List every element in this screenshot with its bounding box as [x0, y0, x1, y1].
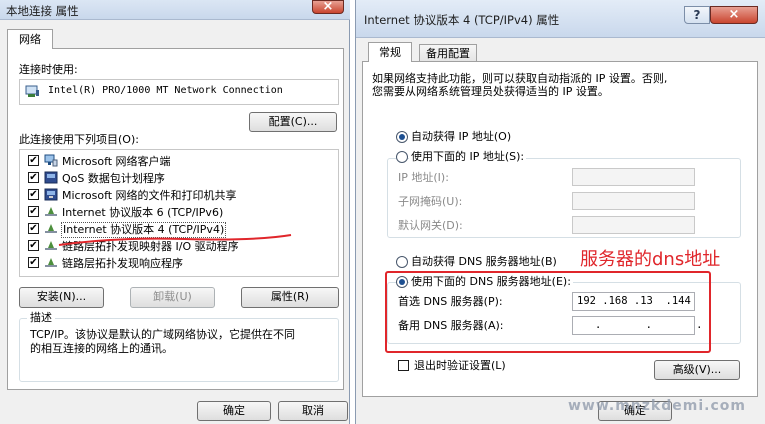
- auto-dns-radio[interactable]: [396, 256, 408, 268]
- auto-ip-label[interactable]: 自动获得 IP 地址(O): [411, 130, 511, 144]
- left-cancel-button[interactable]: 取消: [278, 401, 348, 421]
- auto-ip-radio[interactable]: [396, 131, 408, 143]
- subnet-mask-field[interactable]: [572, 192, 695, 210]
- description-text-line-1: TCP/IP。该协议是默认的广域网络协议，它提供在不同: [30, 328, 295, 341]
- validate-checkbox[interactable]: [398, 360, 409, 371]
- components-list[interactable]: ✔ Microsoft 网络客户端 ✔ QoS 数据包计划程序 ✔ Micros…: [19, 149, 339, 277]
- subnet-mask-label: 子网掩码(U):: [398, 195, 463, 208]
- file-sharing-icon: [44, 188, 58, 204]
- validate-label[interactable]: 退出时验证设置(L): [414, 359, 506, 373]
- left-ok-button[interactable]: 确定: [197, 401, 271, 421]
- list-item[interactable]: ✔ QoS 数据包计划程序: [20, 170, 338, 187]
- uninstall-button[interactable]: 卸载(U): [130, 287, 215, 308]
- ip-address-label: IP 地址(I):: [398, 171, 449, 184]
- adapter-name: Intel(R) PRO/1000 MT Network Connection: [48, 85, 283, 96]
- item-label: 链路层拓扑发现响应程序: [62, 257, 183, 270]
- protocol-icon: [44, 205, 58, 221]
- left-title-bar[interactable]: 本地连接 属性 ×: [0, 0, 350, 20]
- item-checkbox[interactable]: ✔: [28, 189, 39, 200]
- item-checkbox[interactable]: ✔: [28, 206, 39, 217]
- items-label: 此连接使用下列项目(O):: [19, 133, 139, 146]
- default-gateway-label: 默认网关(D):: [398, 219, 463, 232]
- left-close-button[interactable]: ×: [312, 0, 344, 14]
- list-item[interactable]: ✔ Microsoft 网络的文件和打印机共享: [20, 187, 338, 204]
- network-client-icon: [44, 154, 58, 170]
- default-gateway-field[interactable]: [572, 216, 695, 234]
- red-underline-annotation: [58, 234, 292, 246]
- manual-ip-label[interactable]: 使用下面的 IP 地址(S):: [409, 150, 527, 164]
- connect-using-label: 连接时使用:: [19, 63, 78, 76]
- item-checkbox[interactable]: ✔: [28, 257, 39, 268]
- red-highlight-box: [385, 271, 711, 353]
- item-label: QoS 数据包计划程序: [62, 172, 165, 185]
- install-button[interactable]: 安装(N)...: [19, 287, 104, 308]
- configure-button[interactable]: 配置(C)...: [249, 112, 337, 132]
- right-window-title: Internet 协议版本 4 (TCP/IPv4) 属性: [364, 13, 560, 27]
- manual-ip-radio[interactable]: [396, 151, 408, 163]
- item-checkbox[interactable]: ✔: [28, 223, 39, 234]
- list-item[interactable]: ✔ Internet 协议版本 6 (TCP/IPv6): [20, 204, 338, 221]
- watermark-text: www.mnzkdemi.com: [568, 398, 746, 414]
- item-checkbox[interactable]: ✔: [28, 172, 39, 183]
- network-adapter-icon: [25, 85, 40, 98]
- tab-network[interactable]: 网络: [7, 29, 53, 49]
- item-label: Internet 协议版本 6 (TCP/IPv6): [62, 206, 224, 219]
- auto-dns-label[interactable]: 自动获得 DNS 服务器地址(B): [411, 255, 557, 269]
- local-connection-properties-dialog: 本地连接 属性 × 网络 连接时使用: Intel(R) PRO/1000 MT…: [0, 0, 350, 424]
- intro-line-1: 如果网络支持此功能，则可以获取自动指派的 IP 设置。否则,: [372, 72, 668, 85]
- ip-address-field[interactable]: [572, 168, 695, 186]
- tab-alternate-configuration[interactable]: 备用配置: [419, 44, 477, 62]
- tab-general[interactable]: 常规: [368, 42, 412, 62]
- left-window-title: 本地连接 属性: [6, 4, 79, 18]
- protocol-icon: [44, 256, 58, 272]
- qos-scheduler-icon: [44, 171, 58, 187]
- item-label: Microsoft 网络的文件和打印机共享: [62, 189, 237, 202]
- help-button[interactable]: ?: [684, 6, 710, 24]
- list-item[interactable]: ✔ 链路层拓扑发现响应程序: [20, 255, 338, 272]
- adapter-box: Intel(R) PRO/1000 MT Network Connection: [19, 79, 339, 105]
- description-text-line-2: 的相互连接的网络上的通讯。: [30, 342, 173, 355]
- item-label: Microsoft 网络客户端: [62, 155, 171, 168]
- description-label: 描述: [27, 311, 55, 325]
- list-item[interactable]: ✔ Microsoft 网络客户端: [20, 153, 338, 170]
- properties-button[interactable]: 属性(R): [241, 287, 339, 308]
- dns-annotation-text: 服务器的dns地址: [580, 249, 721, 270]
- intro-line-2: 您需要从网络系统管理员处获得适当的 IP 设置。: [372, 85, 609, 98]
- item-checkbox[interactable]: ✔: [28, 155, 39, 166]
- right-close-button[interactable]: ×: [710, 6, 758, 24]
- advanced-button[interactable]: 高级(V)...: [654, 360, 740, 380]
- right-title-bar[interactable]: Internet 协议版本 4 (TCP/IPv4) 属性 ? ×: [356, 0, 765, 38]
- ipv4-properties-dialog: Internet 协议版本 4 (TCP/IPv4) 属性 ? × 常规 备用配…: [355, 0, 765, 424]
- item-checkbox[interactable]: ✔: [28, 240, 39, 251]
